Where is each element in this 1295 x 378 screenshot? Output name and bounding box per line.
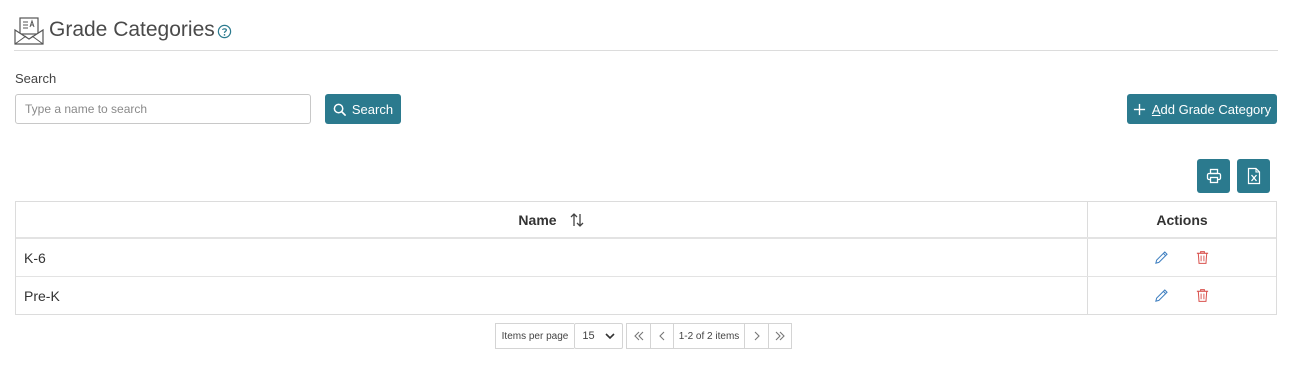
add-grade-category-button[interactable]: Add Grade Category <box>1127 94 1277 124</box>
row-actions-cell <box>1088 239 1276 276</box>
actions-column-label: Actions <box>1156 211 1208 228</box>
page-size-select[interactable]: 15 <box>574 323 623 349</box>
double-chevron-right-icon <box>775 331 785 341</box>
excel-file-icon <box>1247 167 1260 185</box>
chevron-down-icon <box>605 333 615 340</box>
export-excel-button[interactable] <box>1237 159 1270 193</box>
search-icon <box>333 103 346 116</box>
question-circle-icon[interactable] <box>217 24 232 39</box>
page-title: Grade Categories <box>49 18 215 41</box>
items-per-page-label: Items per page <box>495 323 574 349</box>
pager: Items per page 15 1-2 of 2 items <box>495 323 792 349</box>
search-input[interactable] <box>15 94 311 124</box>
print-button[interactable] <box>1197 159 1230 193</box>
pager-info: 1-2 of 2 items <box>674 323 744 349</box>
delete-trash-icon[interactable] <box>1195 288 1210 303</box>
double-chevron-left-icon <box>633 331 643 341</box>
printer-icon <box>1206 168 1221 184</box>
name-column-label: Name <box>518 211 557 228</box>
last-page-button[interactable] <box>768 323 792 349</box>
delete-trash-icon[interactable] <box>1195 250 1210 265</box>
next-page-button[interactable] <box>744 323 768 349</box>
grid-header: Name Actions <box>16 202 1276 239</box>
add-button-label: Add Grade Category <box>1151 101 1272 117</box>
first-page-button[interactable] <box>626 323 650 349</box>
search-button[interactable]: Search <box>325 94 401 124</box>
name-column-header[interactable]: Name <box>16 202 1088 237</box>
row-name-cell: Pre-K <box>16 277 1088 314</box>
certificate-icon <box>14 17 44 45</box>
grade-categories-grid: Name Actions K-6 Pre-K <box>15 201 1277 315</box>
search-button-label: Search <box>351 101 394 117</box>
edit-pencil-icon[interactable] <box>1154 288 1169 303</box>
sort-icon[interactable] <box>569 212 585 228</box>
chevron-left-icon <box>659 331 665 341</box>
page-header: Grade Categories <box>14 14 1278 51</box>
search-label: Search <box>15 71 57 86</box>
row-name-cell: K-6 <box>16 239 1088 276</box>
previous-page-button[interactable] <box>650 323 674 349</box>
page-size-value: 15 <box>582 330 595 342</box>
edit-pencil-icon[interactable] <box>1154 250 1169 265</box>
chevron-right-icon <box>754 331 760 341</box>
actions-column-header: Actions <box>1088 202 1276 237</box>
table-row: K-6 <box>16 239 1276 277</box>
plus-icon <box>1133 103 1145 115</box>
row-actions-cell <box>1088 277 1276 314</box>
table-row: Pre-K <box>16 277 1276 314</box>
